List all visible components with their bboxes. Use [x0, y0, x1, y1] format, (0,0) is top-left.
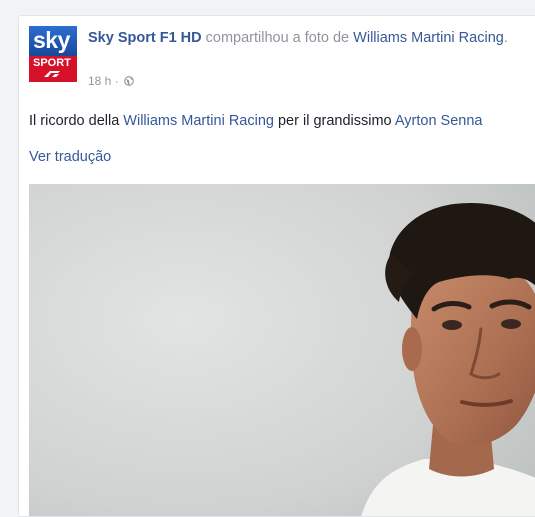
- post-headline: Sky Sport F1 HD compartilhou a foto de W…: [88, 28, 535, 49]
- page-avatar[interactable]: sky SPORT: [29, 26, 77, 82]
- mention-williams-link[interactable]: Williams Martini Racing: [123, 113, 274, 129]
- post-card: sky SPORT Sky Sport F1 HD compartilhou a…: [18, 15, 535, 517]
- sport-band: SPORT: [29, 56, 77, 82]
- post-text-part: per il grandissimo: [273, 113, 395, 129]
- post-meta: 18 h ·: [88, 74, 134, 88]
- sport-logo-text: SPORT: [33, 57, 71, 69]
- post-text-part: Il ricordo della: [29, 113, 124, 129]
- page-name-link[interactable]: Sky Sport F1 HD: [88, 30, 202, 46]
- action-end: .: [503, 30, 508, 46]
- sky-logo-text: sky: [33, 27, 70, 53]
- f1-logo-icon: [44, 71, 60, 77]
- post-header: sky SPORT Sky Sport F1 HD compartilhou a…: [29, 26, 535, 96]
- post-photo[interactable]: [29, 184, 535, 516]
- mention-senna-link[interactable]: Ayrton Senna: [395, 113, 483, 129]
- globe-icon[interactable]: [124, 76, 134, 86]
- timestamp-link[interactable]: 18 h: [88, 74, 111, 88]
- share-action-text: compartilhou a foto de: [201, 30, 354, 46]
- see-translation-link[interactable]: Ver tradução: [29, 149, 111, 165]
- post-text: Il ricordo della Williams Martini Racing…: [29, 113, 535, 129]
- meta-separator: ·: [114, 74, 119, 88]
- portrait-photo: [29, 184, 535, 516]
- shared-from-link[interactable]: Williams Martini Racing: [353, 30, 504, 46]
